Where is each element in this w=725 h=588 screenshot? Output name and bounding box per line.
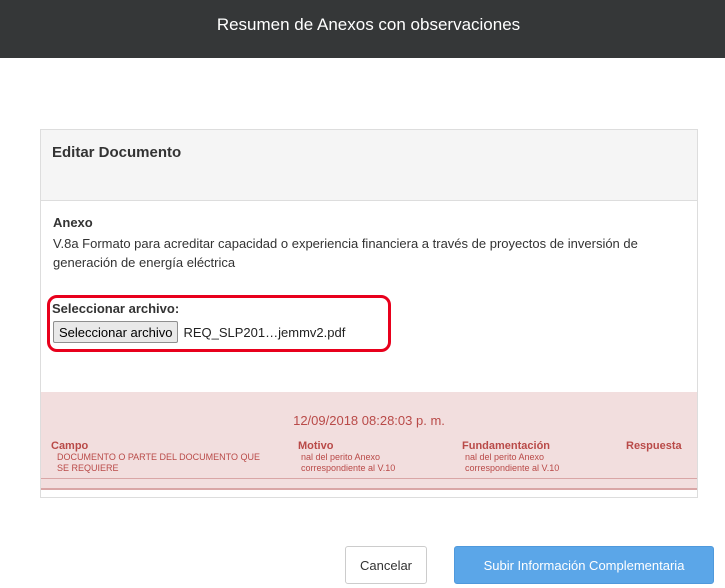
edit-document-panel: Editar Documento Anexo V.8a Formato para…: [40, 129, 698, 498]
column-header-campo: Campo: [51, 440, 89, 452]
column-header-fundamentacion: Fundamentación: [462, 440, 551, 452]
selected-file-name: REQ_SLP201…jemmv2.pdf: [183, 324, 346, 340]
anexo-label: Anexo: [53, 215, 93, 230]
cell-fundamentacion-line1: nal del perito Anexo: [465, 452, 545, 462]
file-label: Seleccionar archivo:: [52, 301, 180, 316]
page-title: Resumen de Anexos con observaciones: [216, 15, 521, 34]
submit-complementary-info-button[interactable]: Subir Información Complementaria: [454, 546, 714, 584]
cell-campo-line2: SE REQUIERE: [57, 463, 119, 473]
cell-motivo-line1: nal del perito Anexo: [301, 452, 381, 462]
header-bar: Resumen de Anexos con observaciones: [0, 0, 725, 58]
panel-body: Anexo V.8a Formato para acreditar capaci…: [41, 201, 697, 272]
cancel-button[interactable]: Cancelar: [345, 546, 427, 584]
column-header-respuesta: Respuesta: [626, 440, 682, 452]
cell-motivo: nal del perito Anexo correspondiente al …: [301, 452, 395, 474]
observations-section: 12/09/2018 08:28:03 p. m. Campo Motivo F…: [41, 392, 697, 490]
cell-fundamentacion-line2: correspondiente al V.10: [465, 463, 560, 473]
cell-campo: DOCUMENTO O PARTE DEL DOCUMENTO QUE SE R…: [57, 452, 260, 474]
cell-motivo-line2: correspondiente al V.10: [301, 463, 396, 473]
file-input-row: Seleccionar archivo REQ_SLP201…jemmv2.pd…: [53, 321, 345, 343]
column-header-motivo: Motivo: [298, 440, 334, 452]
select-file-button[interactable]: Seleccionar archivo: [53, 321, 179, 343]
table-divider: [41, 478, 697, 479]
observation-date: 12/09/2018 08:28:03 p. m.: [293, 413, 445, 428]
cell-campo-line1: DOCUMENTO O PARTE DEL DOCUMENTO QUE: [57, 452, 261, 462]
cell-fundamentacion: nal del perito Anexo correspondiente al …: [465, 452, 559, 474]
panel-title: Editar Documento: [41, 130, 697, 201]
anexo-description: V.8a Formato para acreditar capacidad o …: [53, 236, 638, 270]
